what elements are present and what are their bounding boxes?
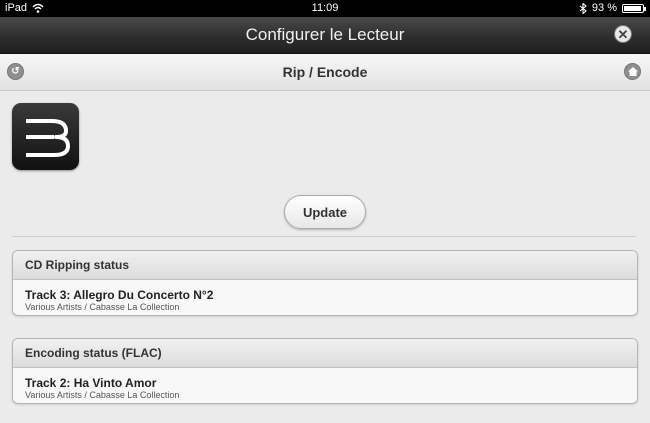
bluesound-logo-icon bbox=[12, 103, 79, 170]
clock: 11:09 bbox=[311, 2, 339, 14]
close-icon[interactable]: ✕ bbox=[614, 25, 632, 43]
status-bar: iPad 11:09 93 % bbox=[0, 0, 650, 17]
encoding-header: Encoding status (FLAC) bbox=[13, 339, 637, 368]
encoding-track-title: Track 2: Ha Vinto Amor bbox=[25, 376, 157, 390]
encoding-track-subtitle: Various Artists / Cabasse La Collection bbox=[25, 390, 180, 400]
title-bar: Configurer le Lecteur ✕ bbox=[0, 17, 650, 54]
encoding-body: Track 2: Ha Vinto Amor Various Artists /… bbox=[13, 368, 637, 403]
encoding-panel: Encoding status (FLAC) Track 2: Ha Vinto… bbox=[12, 338, 638, 404]
battery-percent: 93 % bbox=[591, 2, 617, 14]
home-icon[interactable] bbox=[624, 63, 641, 80]
cd-ripping-body: Track 3: Allegro Du Concerto N°2 Various… bbox=[13, 280, 637, 315]
divider bbox=[12, 236, 636, 237]
update-button[interactable]: Update bbox=[284, 195, 366, 229]
ripping-track-title: Track 3: Allegro Du Concerto N°2 bbox=[25, 288, 214, 302]
ripping-track-subtitle: Various Artists / Cabasse La Collection bbox=[25, 302, 180, 312]
back-icon[interactable]: ↺ bbox=[7, 63, 24, 80]
nav-bar: ↺ Rip / Encode bbox=[0, 54, 650, 91]
cd-ripping-panel: CD Ripping status Track 3: Allegro Du Co… bbox=[12, 250, 638, 316]
battery-icon bbox=[622, 3, 646, 13]
window-title: Configurer le Lecteur bbox=[245, 25, 405, 44]
page-title: Rip / Encode bbox=[282, 64, 368, 80]
main-content: Update CD Ripping status Track 3: Allegr… bbox=[0, 91, 650, 423]
battery-fill bbox=[624, 5, 641, 11]
cd-ripping-header: CD Ripping status bbox=[13, 251, 637, 280]
bluetooth-icon bbox=[579, 2, 587, 14]
